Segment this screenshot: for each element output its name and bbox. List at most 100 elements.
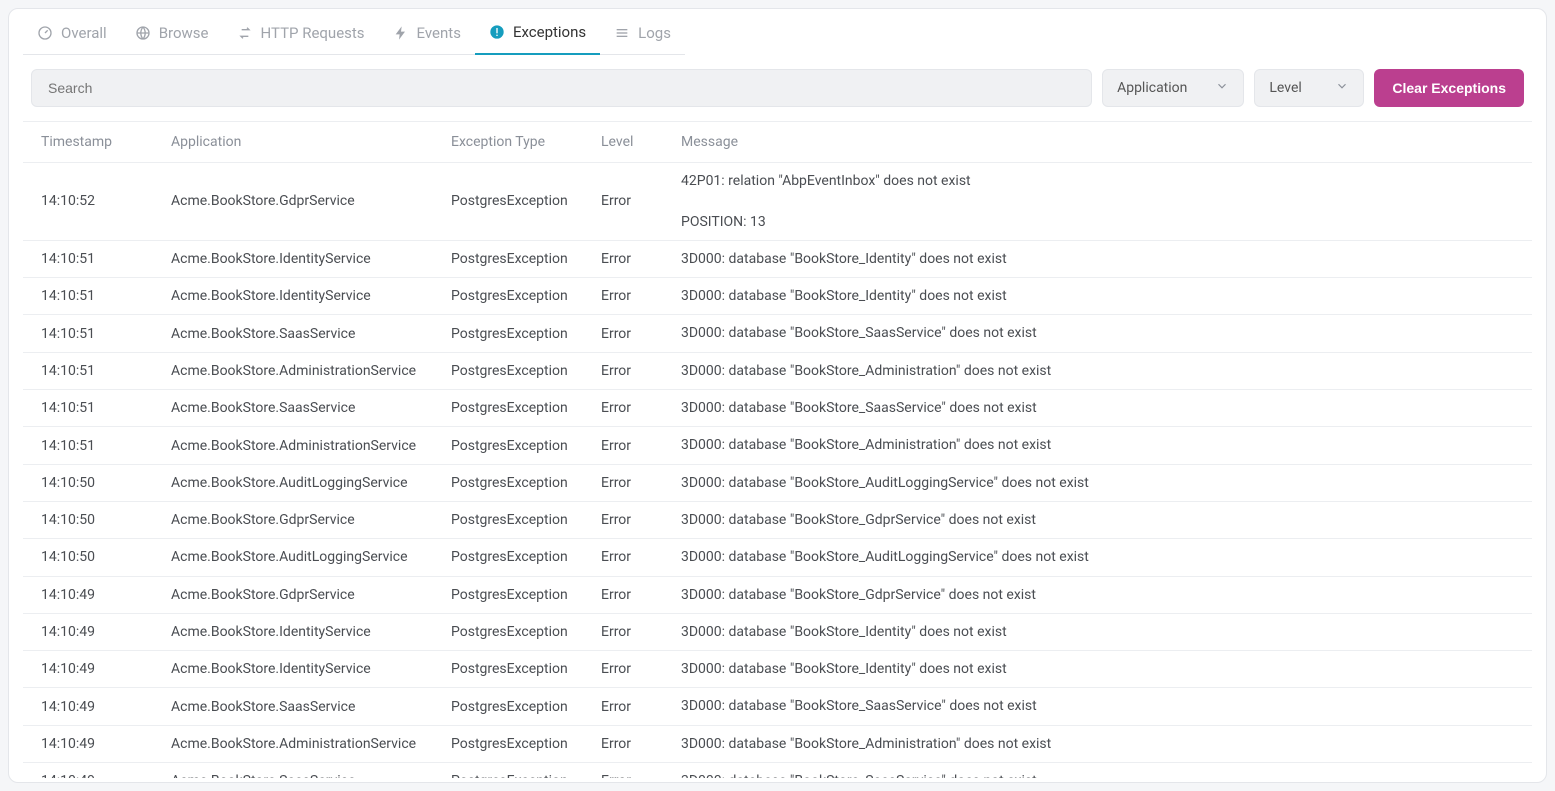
tab-label: Events: [417, 24, 461, 42]
cell-ts: 14:10:49: [23, 725, 153, 762]
tab-label: Browse: [159, 24, 209, 42]
col-header-message[interactable]: Message: [663, 122, 1532, 163]
tab-label: Overall: [61, 24, 107, 42]
cell-ts: 14:10:50: [23, 501, 153, 538]
cell-level: Error: [583, 240, 663, 277]
col-header-level[interactable]: Level: [583, 122, 663, 163]
cell-level: Error: [583, 352, 663, 389]
exceptions-table-wrapper[interactable]: Timestamp Application Exception Type Lev…: [23, 121, 1532, 778]
application-dropdown-label: Application: [1117, 80, 1187, 96]
cell-msg: 3D000: database "BookStore_Identity" doe…: [663, 651, 1532, 688]
cell-type: PostgresException: [433, 390, 583, 427]
exceptions-table: Timestamp Application Exception Type Lev…: [23, 122, 1532, 778]
cell-ts: 14:10:49: [23, 613, 153, 650]
cell-msg: 42P01: relation "AbpEventInbox" does not…: [663, 163, 1532, 241]
cell-type: PostgresException: [433, 651, 583, 688]
table-row[interactable]: 14:10:52Acme.BookStore.GdprServicePostgr…: [23, 163, 1532, 241]
cell-app: Acme.BookStore.AdministrationService: [153, 427, 433, 464]
application-dropdown[interactable]: Application: [1102, 69, 1244, 107]
cell-app: Acme.BookStore.AdministrationService: [153, 725, 433, 762]
cell-msg: 3D000: database "BookStore_SaasService" …: [663, 763, 1532, 778]
table-row[interactable]: 14:10:50Acme.BookStore.GdprServicePostgr…: [23, 501, 1532, 538]
table-row[interactable]: 14:10:51Acme.BookStore.AdministrationSer…: [23, 427, 1532, 464]
cell-msg: 3D000: database "BookStore_Administratio…: [663, 427, 1532, 464]
cell-type: PostgresException: [433, 725, 583, 762]
cell-msg: 3D000: database "BookStore_SaasService" …: [663, 390, 1532, 427]
tab-logs[interactable]: Logs: [600, 23, 685, 55]
cell-level: Error: [583, 501, 663, 538]
cell-level: Error: [583, 651, 663, 688]
table-row[interactable]: 14:10:49Acme.BookStore.IdentityServicePo…: [23, 613, 1532, 650]
tab-label: Exceptions: [513, 23, 586, 41]
cell-level: Error: [583, 613, 663, 650]
cell-app: Acme.BookStore.AdministrationService: [153, 352, 433, 389]
tab-bar: Overall Browse HTTP Requests Events Exceptio…: [23, 23, 1532, 55]
table-row[interactable]: 14:10:50Acme.BookStore.AuditLoggingServi…: [23, 464, 1532, 501]
gauge-icon: [37, 25, 53, 41]
cell-app: Acme.BookStore.IdentityService: [153, 278, 433, 315]
table-row[interactable]: 14:10:49Acme.BookStore.SaasServicePostgr…: [23, 688, 1532, 725]
alert-icon: [489, 24, 505, 40]
table-row[interactable]: 14:10:51Acme.BookStore.IdentityServicePo…: [23, 240, 1532, 277]
clear-exceptions-button[interactable]: Clear Exceptions: [1374, 69, 1524, 107]
cell-level: Error: [583, 539, 663, 576]
cell-type: PostgresException: [433, 613, 583, 650]
cell-app: Acme.BookStore.SaasService: [153, 315, 433, 352]
table-row[interactable]: 14:10:51Acme.BookStore.AdministrationSer…: [23, 352, 1532, 389]
table-row[interactable]: 14:10:51Acme.BookStore.SaasServicePostgr…: [23, 390, 1532, 427]
table-row[interactable]: 14:10:49Acme.BookStore.AdministrationSer…: [23, 725, 1532, 762]
cell-type: PostgresException: [433, 539, 583, 576]
table-row[interactable]: 14:10:49Acme.BookStore.IdentityServicePo…: [23, 651, 1532, 688]
tab-events[interactable]: Events: [379, 23, 475, 55]
tab-label: Logs: [638, 24, 671, 42]
globe-icon: [135, 25, 151, 41]
cell-type: PostgresException: [433, 688, 583, 725]
cell-type: PostgresException: [433, 352, 583, 389]
cell-ts: 14:10:50: [23, 539, 153, 576]
cell-msg: 3D000: database "BookStore_AuditLoggingS…: [663, 464, 1532, 501]
tab-http[interactable]: HTTP Requests: [223, 23, 379, 55]
cell-app: Acme.BookStore.SaasService: [153, 688, 433, 725]
cell-app: Acme.BookStore.GdprService: [153, 501, 433, 538]
tab-exceptions[interactable]: Exceptions: [475, 23, 600, 55]
col-header-timestamp[interactable]: Timestamp: [23, 122, 153, 163]
exceptions-panel: Overall Browse HTTP Requests Events Exceptio…: [8, 8, 1547, 783]
cell-msg: 3D000: database "BookStore_Identity" doe…: [663, 278, 1532, 315]
tab-browse[interactable]: Browse: [121, 23, 223, 55]
cell-ts: 14:10:49: [23, 651, 153, 688]
cell-msg: 3D000: database "BookStore_Identity" doe…: [663, 240, 1532, 277]
cell-type: PostgresException: [433, 763, 583, 778]
cell-app: Acme.BookStore.SaasService: [153, 763, 433, 778]
table-row[interactable]: 14:10:51Acme.BookStore.IdentityServicePo…: [23, 278, 1532, 315]
cell-msg: 3D000: database "BookStore_Identity" doe…: [663, 613, 1532, 650]
col-header-type[interactable]: Exception Type: [433, 122, 583, 163]
cell-level: Error: [583, 576, 663, 613]
cell-msg: 3D000: database "BookStore_GdprService" …: [663, 576, 1532, 613]
cell-app: Acme.BookStore.SaasService: [153, 390, 433, 427]
cell-level: Error: [583, 464, 663, 501]
col-header-application[interactable]: Application: [153, 122, 433, 163]
toolbar: Application Level Clear Exceptions: [23, 69, 1532, 107]
cell-app: Acme.BookStore.GdprService: [153, 163, 433, 241]
cell-ts: 14:10:50: [23, 464, 153, 501]
table-row[interactable]: 14:10:50Acme.BookStore.AuditLoggingServi…: [23, 539, 1532, 576]
cell-type: PostgresException: [433, 315, 583, 352]
cell-ts: 14:10:51: [23, 240, 153, 277]
table-row[interactable]: 14:10:49Acme.BookStore.GdprServicePostgr…: [23, 576, 1532, 613]
cell-msg: 3D000: database "BookStore_Administratio…: [663, 352, 1532, 389]
search-input[interactable]: [31, 69, 1092, 107]
cell-app: Acme.BookStore.IdentityService: [153, 651, 433, 688]
cell-level: Error: [583, 763, 663, 778]
table-row[interactable]: 14:10:49Acme.BookStore.SaasServicePostgr…: [23, 763, 1532, 778]
table-row[interactable]: 14:10:51Acme.BookStore.SaasServicePostgr…: [23, 315, 1532, 352]
cell-ts: 14:10:52: [23, 163, 153, 241]
bolt-icon: [393, 25, 409, 41]
cell-ts: 14:10:51: [23, 278, 153, 315]
cell-app: Acme.BookStore.AuditLoggingService: [153, 464, 433, 501]
cell-level: Error: [583, 278, 663, 315]
cell-ts: 14:10:51: [23, 390, 153, 427]
cell-type: PostgresException: [433, 278, 583, 315]
cell-msg: 3D000: database "BookStore_Administratio…: [663, 725, 1532, 762]
level-dropdown[interactable]: Level: [1254, 69, 1364, 107]
tab-overall[interactable]: Overall: [23, 23, 121, 55]
